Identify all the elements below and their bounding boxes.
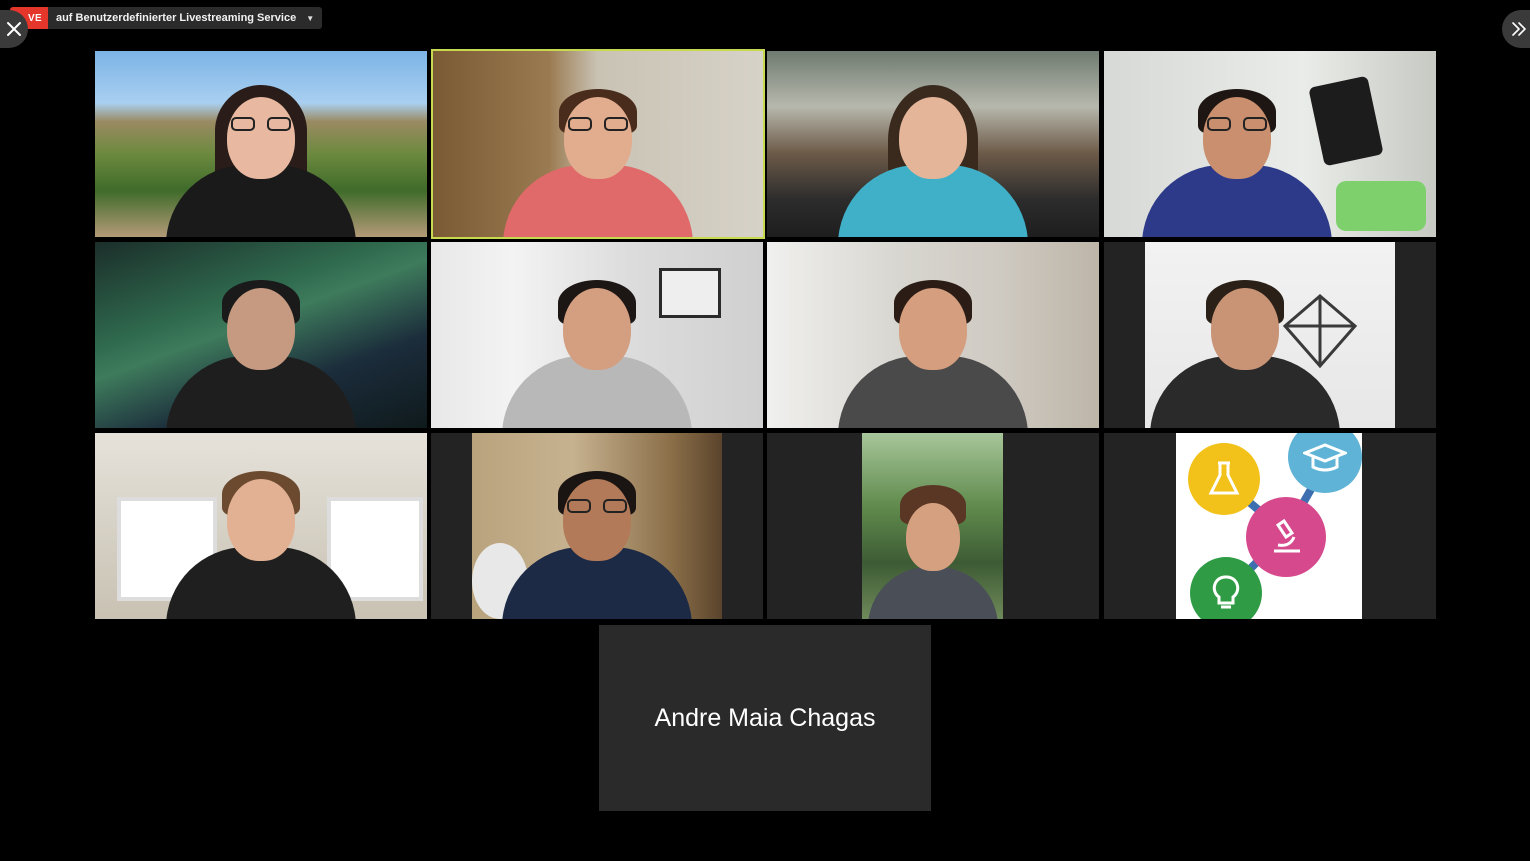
video-tile-participant-8[interactable] — [1104, 242, 1436, 428]
video-feed — [767, 242, 1099, 428]
video-tile-participant-4[interactable] — [1104, 51, 1436, 237]
video-tile-camera-off[interactable]: Andre Maia Chagas — [599, 625, 931, 811]
video-feed — [1104, 51, 1436, 237]
video-tile-participant-7[interactable] — [767, 242, 1099, 428]
video-tile-participant-5[interactable] — [95, 242, 427, 428]
microscope-icon — [1246, 497, 1326, 577]
video-tile-participant-6[interactable] — [431, 242, 763, 428]
video-feed — [767, 51, 1099, 237]
livestream-service-label: auf Benutzerdefinierter Livestreaming Se… — [55, 12, 297, 24]
video-tile-participant-10[interactable] — [431, 433, 763, 619]
video-feed — [95, 51, 427, 237]
expand-panel-button[interactable] — [1502, 10, 1530, 48]
video-gallery-view: VE auf Benutzerdefinierter Livestreaming… — [0, 0, 1530, 861]
video-feed — [95, 242, 427, 428]
video-feed — [433, 51, 763, 237]
video-feed — [1145, 242, 1395, 428]
livestream-banner[interactable]: VE auf Benutzerdefinierter Livestreaming… — [10, 7, 323, 29]
lightbulb-icon — [1190, 557, 1262, 619]
video-tile-participant-3[interactable] — [767, 51, 1099, 237]
video-feed — [862, 433, 1003, 619]
chevrons-right-icon — [1512, 22, 1526, 36]
video-tile-participant-1[interactable] — [95, 51, 427, 237]
participant-name: Andre Maia Chagas — [654, 703, 876, 732]
flask-icon — [1188, 443, 1260, 515]
caret-down-icon: ▼ — [306, 13, 315, 23]
participant-logo — [1176, 433, 1362, 619]
video-tile-participant-9[interactable] — [95, 433, 427, 619]
video-feed — [95, 433, 427, 619]
video-tile-participant-11[interactable] — [767, 433, 1099, 619]
video-feed — [472, 433, 722, 619]
close-icon — [7, 22, 21, 36]
video-feed — [431, 242, 763, 428]
video-tile-participant-2[interactable] — [431, 49, 765, 239]
livestream-service-dropdown[interactable]: auf Benutzerdefinierter Livestreaming Se… — [47, 7, 323, 29]
video-tile-participant-12[interactable] — [1104, 433, 1436, 619]
